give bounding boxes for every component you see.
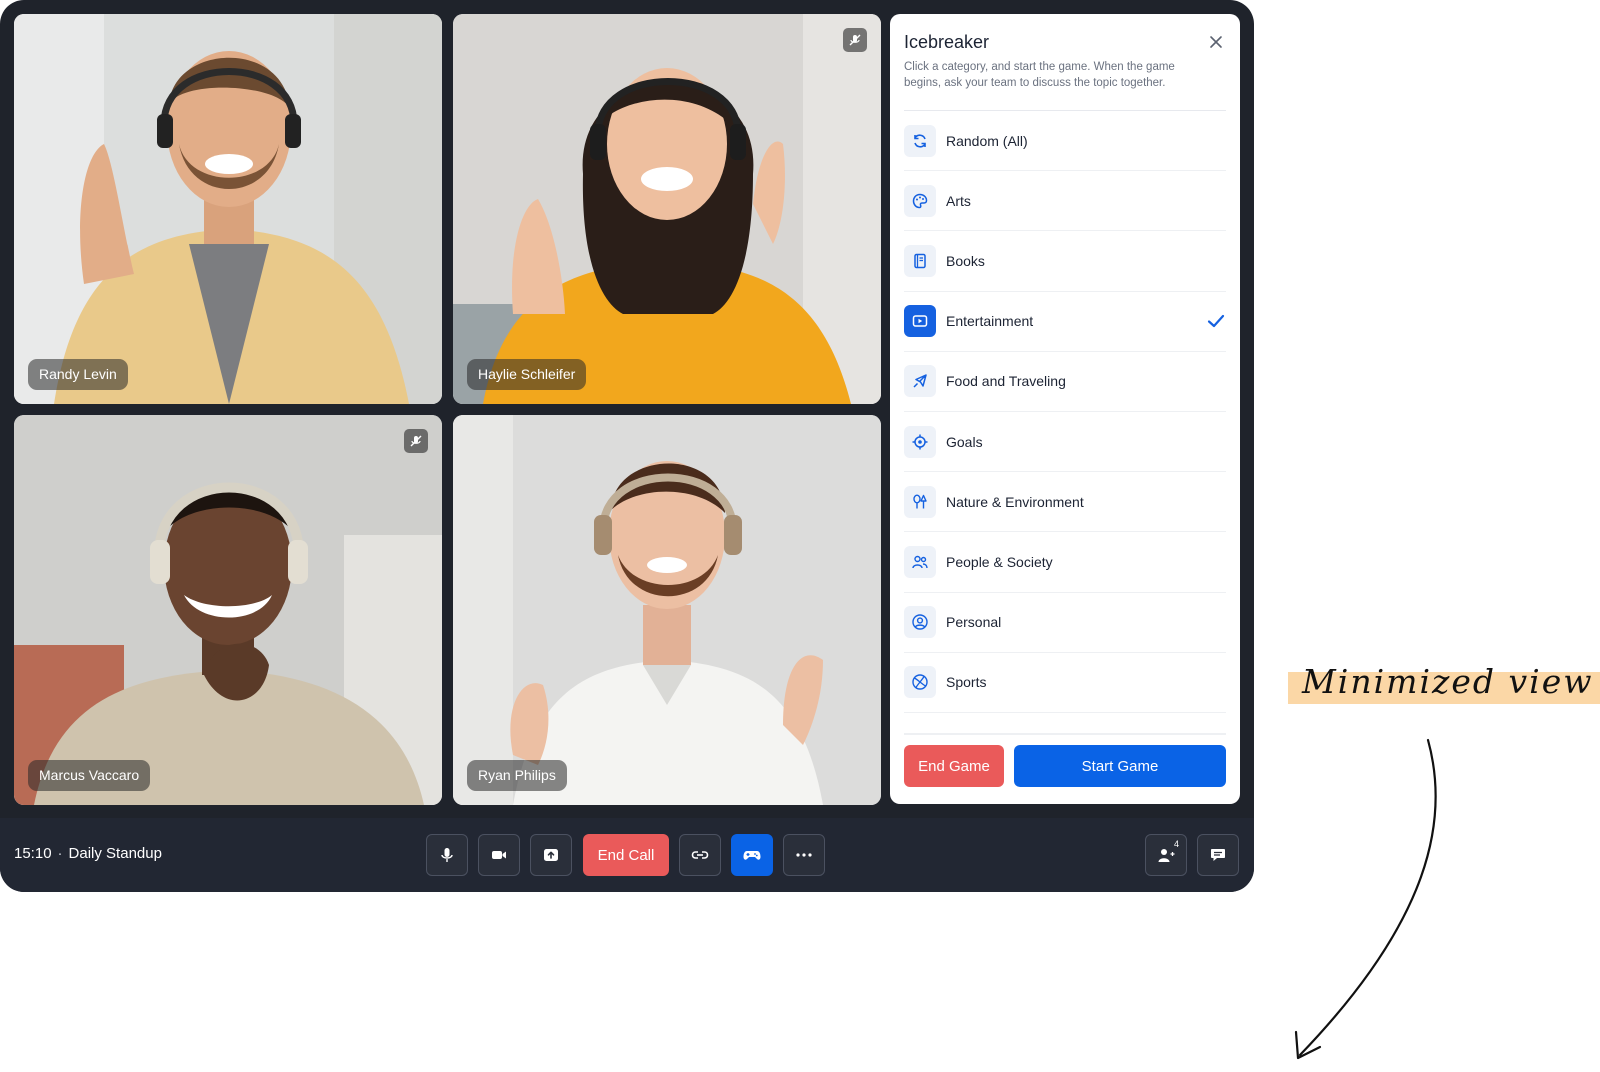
play-icon <box>904 305 936 338</box>
category-label: Sports <box>946 674 987 691</box>
mute-indicator <box>843 28 867 52</box>
icebreaker-panel: Icebreaker Click a category, and start t… <box>890 14 1240 804</box>
category-item-nature-environment[interactable]: Nature & Environment <box>904 472 1226 533</box>
category-label: Goals <box>946 433 983 450</box>
checkmark-icon <box>1207 315 1225 328</box>
chat-button[interactable] <box>1197 834 1239 876</box>
tree-icon <box>904 485 936 518</box>
category-label: People & Society <box>946 553 1053 570</box>
panel-title: Icebreaker <box>904 32 990 52</box>
end-call-button[interactable]: End Call <box>583 834 669 876</box>
category-item-personal[interactable]: Personal <box>904 593 1226 653</box>
people-icon <box>904 545 936 578</box>
participant-video <box>14 14 442 404</box>
mic-off-icon <box>849 34 861 46</box>
ball-icon <box>904 666 936 699</box>
category-item-books[interactable]: Books <box>904 231 1226 292</box>
share-screen-icon <box>544 849 558 861</box>
category-item-more[interactable] <box>904 713 1226 733</box>
participant-video <box>453 14 881 404</box>
video-tile-4[interactable]: Ryan Philips <box>453 415 881 805</box>
chat-icon <box>1211 849 1225 861</box>
panel-description: Click a category, and start the game. Wh… <box>904 61 1175 89</box>
category-item-people-society[interactable]: People & Society <box>904 532 1226 593</box>
plane-icon <box>904 365 936 398</box>
category-item-goals[interactable]: Goals <box>904 412 1226 473</box>
game-button[interactable] <box>731 834 773 876</box>
participant-name-tag: Ryan Philips <box>467 760 567 791</box>
video-tile-1[interactable]: Randy Levin <box>14 14 442 404</box>
gamepad-icon <box>743 851 761 860</box>
mic-off-icon <box>410 435 422 447</box>
mute-indicator <box>404 429 428 453</box>
separator: · <box>57 845 63 862</box>
category-label: Arts <box>946 192 971 209</box>
user-circle-icon <box>904 606 936 639</box>
category-label: Books <box>946 252 985 269</box>
more-icon <box>796 853 812 857</box>
divider <box>904 733 1226 735</box>
close-icon <box>1210 36 1222 48</box>
participants-button[interactable]: 4 <box>1145 834 1187 876</box>
participant-video <box>453 415 881 805</box>
link-icon <box>691 851 709 859</box>
category-item-entertainment[interactable]: Entertainment <box>904 292 1226 352</box>
meeting-info: 15:10 · Daily Standup <box>14 845 162 862</box>
participants-count: 4 <box>1173 839 1179 849</box>
meeting-title: Daily Standup <box>68 845 162 862</box>
more-options-button[interactable] <box>783 834 825 876</box>
participant-name-tag: Haylie Schleifer <box>467 359 587 390</box>
category-label: Food and Traveling <box>946 373 1066 390</box>
category-label: Nature & Environment <box>946 493 1084 510</box>
category-item-food-and-traveling[interactable]: Food and Traveling <box>904 352 1226 412</box>
share-screen-button[interactable] <box>530 834 572 876</box>
category-list[interactable]: Random (All) Arts Books Entertainment Fo… <box>904 111 1226 733</box>
category-label: Personal <box>946 614 1002 631</box>
camera-button[interactable] <box>478 834 520 876</box>
copy-link-button[interactable] <box>679 834 721 876</box>
category-label: Entertainment <box>946 313 1034 330</box>
start-game-button[interactable]: Start Game <box>1014 745 1226 787</box>
participant-name-tag: Marcus Vaccaro <box>28 760 151 791</box>
video-call-window: Randy Levin Haylie Schleifer Marcus Vacc… <box>0 0 1254 892</box>
call-control-bar: 15:10 · Daily Standup End Call 4 <box>0 818 1254 892</box>
camera-icon <box>492 851 506 859</box>
category-item-sports[interactable]: Sports <box>904 653 1226 713</box>
microphone-icon <box>441 848 453 862</box>
meeting-time: 15:10 <box>14 845 52 862</box>
microphone-button[interactable] <box>426 834 468 876</box>
book-icon <box>904 244 936 277</box>
video-tile-3[interactable]: Marcus Vaccaro <box>14 415 442 805</box>
arrow-down-icon <box>1294 738 1437 1060</box>
end-game-button[interactable]: End Game <box>904 745 1004 787</box>
participant-name-tag: Randy Levin <box>28 359 128 390</box>
participant-video <box>14 415 442 805</box>
refresh-icon <box>904 124 936 157</box>
category-label: Random (All) <box>946 132 1028 149</box>
video-tile-2[interactable]: Haylie Schleifer <box>453 14 881 404</box>
palette-icon <box>904 184 936 217</box>
annotation-label: Minimized view <box>1302 662 1594 701</box>
target-icon <box>904 425 936 458</box>
category-item-arts[interactable]: Arts <box>904 171 1226 232</box>
close-button[interactable] <box>1204 30 1228 54</box>
category-item-random[interactable]: Random (All) <box>904 111 1226 172</box>
